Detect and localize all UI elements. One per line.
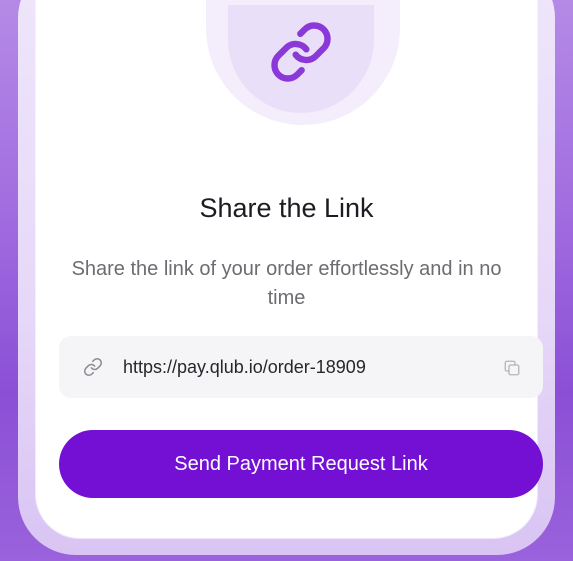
page-title: Share the Link xyxy=(199,193,374,223)
page-subtitle: Share the link of your order effortlessl… xyxy=(71,258,502,309)
send-payment-request-button[interactable]: Send Payment Request Link xyxy=(59,430,543,498)
payment-link-field[interactable]: https://pay.qlub.io/order-18909 xyxy=(59,336,543,398)
payment-link-url: https://pay.qlub.io/order-18909 xyxy=(123,357,366,377)
copy-icon[interactable] xyxy=(503,359,521,377)
link-icon xyxy=(271,22,331,82)
link-icon xyxy=(83,357,103,377)
